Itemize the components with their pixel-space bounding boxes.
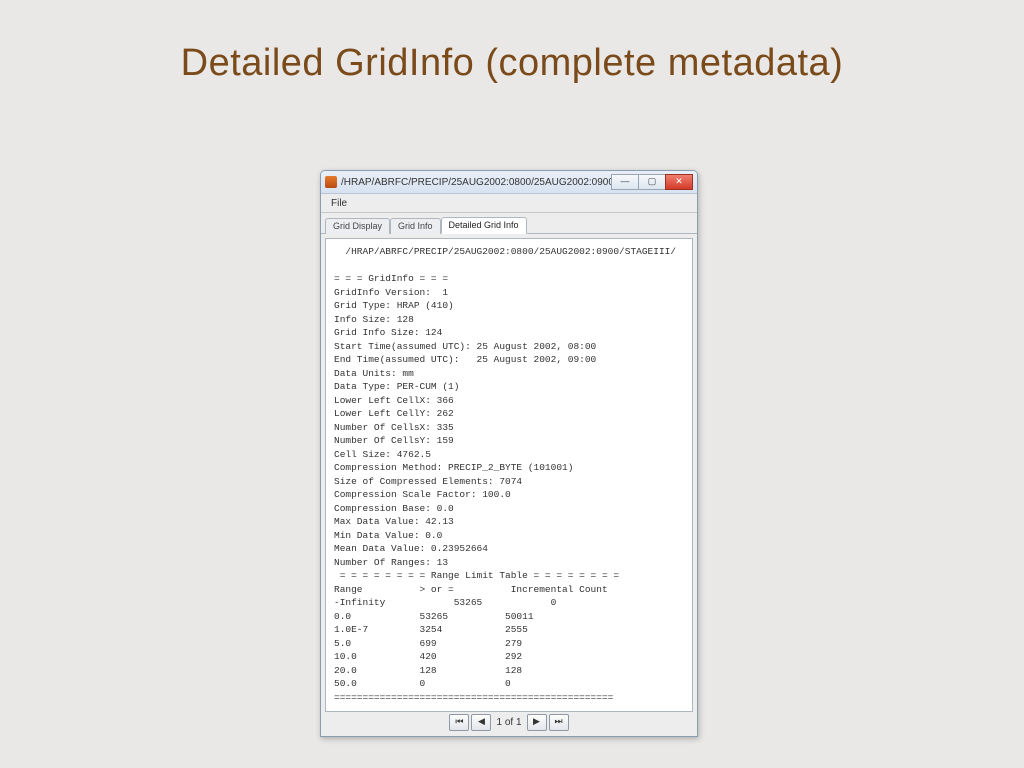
pager-label: 1 of 1 bbox=[496, 717, 521, 728]
pager-prev-button[interactable]: ◀ bbox=[471, 714, 491, 731]
tab-grid-info[interactable]: Grid Info bbox=[390, 218, 441, 234]
pager-first-button[interactable]: ⏮ bbox=[449, 714, 469, 731]
application-window: /HRAP/ABRFC/PRECIP/25AUG2002:0800/25AUG2… bbox=[320, 170, 698, 737]
pager-next-button[interactable]: ▶ bbox=[527, 714, 547, 731]
window-controls: — ▢ ✕ bbox=[612, 174, 693, 190]
maximize-button[interactable]: ▢ bbox=[638, 174, 666, 190]
pager-bar: ⏮ ◀ 1 of 1 ▶ ⏭ bbox=[325, 712, 693, 732]
slide-title: Detailed GridInfo (complete metadata) bbox=[0, 0, 1024, 85]
pager-last-button[interactable]: ⏭ bbox=[549, 714, 569, 731]
tab-bar: Grid Display Grid Info Detailed Grid Inf… bbox=[321, 213, 697, 234]
titlebar[interactable]: /HRAP/ABRFC/PRECIP/25AUG2002:0800/25AUG2… bbox=[321, 171, 697, 194]
tab-detailed-grid-info[interactable]: Detailed Grid Info bbox=[441, 217, 527, 234]
minimize-button[interactable]: — bbox=[611, 174, 639, 190]
menu-file[interactable]: File bbox=[325, 197, 353, 210]
java-app-icon bbox=[325, 176, 337, 188]
window-title: /HRAP/ABRFC/PRECIP/25AUG2002:0800/25AUG2… bbox=[341, 177, 612, 188]
tab-grid-display[interactable]: Grid Display bbox=[325, 218, 390, 234]
close-button[interactable]: ✕ bbox=[665, 174, 693, 190]
detailed-gridinfo-text: /HRAP/ABRFC/PRECIP/25AUG2002:0800/25AUG2… bbox=[325, 238, 693, 712]
menubar: File bbox=[321, 194, 697, 213]
content-area: /HRAP/ABRFC/PRECIP/25AUG2002:0800/25AUG2… bbox=[321, 234, 697, 736]
